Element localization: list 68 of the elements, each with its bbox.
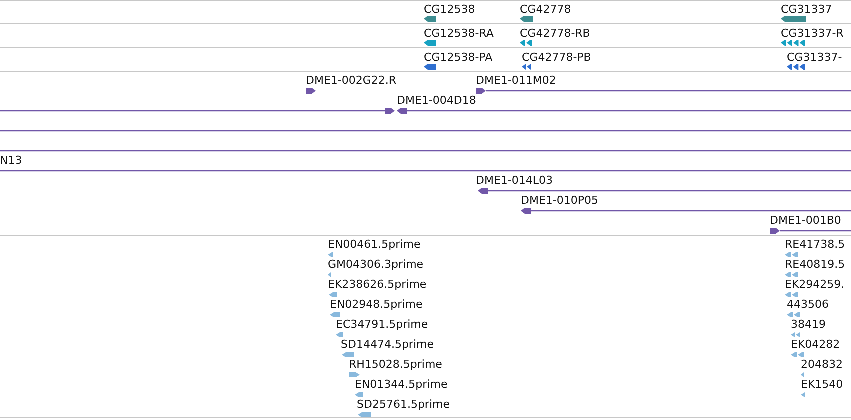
clone-span-line[interactable] — [0, 170, 851, 172]
clone-span-line[interactable] — [0, 108, 851, 114]
feature-label: CG42778 — [520, 3, 572, 16]
gene-arrow-icon[interactable] — [424, 64, 436, 70]
feature-label: EN02948.5prime — [330, 298, 423, 311]
est-arrow-icon[interactable] — [349, 372, 360, 378]
feature-label: DME1-010P05 — [521, 194, 599, 207]
est-arrow-icon[interactable] — [785, 292, 798, 298]
feature-label: RH15028.5prime — [349, 358, 442, 371]
feature-label: CG42778-RB — [520, 27, 590, 40]
clone-end-marker[interactable] — [306, 88, 316, 94]
feature-label: DME1-014L03 — [476, 174, 553, 187]
est-arrow-icon[interactable] — [358, 412, 371, 418]
est-arrow-icon[interactable] — [785, 252, 798, 258]
feature-label: CG12538 — [424, 3, 476, 16]
clone-end-marker[interactable] — [476, 88, 851, 94]
gene-arrow-icon[interactable] — [781, 16, 806, 22]
feature-label: CG31337 — [781, 3, 832, 16]
feature-label: DME1-004D18 — [397, 94, 476, 107]
gene-arrow-icon[interactable] — [424, 16, 436, 22]
gene-arrow-icon[interactable] — [781, 40, 805, 46]
est-arrow-icon[interactable] — [791, 332, 800, 338]
feature-label: DME1-011M02 — [476, 74, 556, 87]
feature-label: DME1-001B0 — [770, 214, 842, 227]
est-arrow-icon[interactable] — [336, 332, 343, 338]
feature-label: CG31337-R — [781, 27, 844, 40]
clone-span-line[interactable] — [0, 150, 851, 152]
est-arrow-icon[interactable] — [342, 352, 354, 358]
est-arrow-icon[interactable] — [329, 292, 337, 298]
est-arrow-icon[interactable] — [787, 312, 800, 318]
feature-label: EK04282 — [791, 338, 840, 351]
feature-label: EC34791.5prime — [336, 318, 428, 331]
gene-arrow-icon[interactable] — [520, 16, 533, 22]
feature-label: CG12538-RA — [424, 27, 494, 40]
est-arrow-icon[interactable] — [328, 252, 333, 258]
gene-arrow-icon[interactable] — [787, 64, 805, 70]
clone-end-marker[interactable] — [478, 188, 851, 194]
clone-end-marker[interactable] — [770, 228, 851, 234]
est-arrow-icon[interactable] — [801, 392, 805, 398]
clone-end-marker[interactable] — [521, 208, 851, 214]
feature-label: 38419 — [791, 318, 826, 331]
feature-label: CG12538-PA — [424, 51, 493, 64]
est-arrow-icon[interactable] — [801, 372, 804, 378]
est-arrow-icon[interactable] — [785, 272, 798, 278]
feature-label: CG31337- — [787, 51, 842, 64]
feature-label: SD14474.5prime — [341, 338, 434, 351]
est-arrow-icon[interactable] — [328, 272, 331, 278]
gene-arrow-icon[interactable] — [520, 40, 532, 46]
feature-label: EN00461.5prime — [328, 238, 421, 251]
feature-label: 443506 — [787, 298, 829, 311]
clone-span-line[interactable] — [0, 130, 851, 132]
feature-label: EK238626.5prime — [328, 278, 427, 291]
feature-label: CG42778-PB — [522, 51, 592, 64]
est-arrow-icon[interactable] — [330, 312, 340, 318]
est-arrow-icon[interactable] — [355, 392, 363, 398]
feature-label: DME1-002G22.R — [306, 74, 397, 87]
feature-label: RE40819.5 — [785, 258, 846, 271]
feature-label: N13 — [0, 154, 22, 167]
feature-label: EK294259. — [785, 278, 845, 291]
est-arrow-icon[interactable] — [791, 352, 804, 358]
feature-label: EN01344.5prime — [355, 378, 448, 391]
feature-label: 204832 — [801, 358, 843, 371]
gene-arrow-icon[interactable] — [522, 64, 531, 70]
gene-arrow-icon[interactable] — [424, 40, 436, 46]
feature-label: EK1540 — [801, 378, 844, 391]
feature-label: SD25761.5prime — [357, 398, 450, 411]
feature-label: RE41738.5 — [785, 238, 846, 251]
feature-label: GM04306.3prime — [328, 258, 424, 271]
